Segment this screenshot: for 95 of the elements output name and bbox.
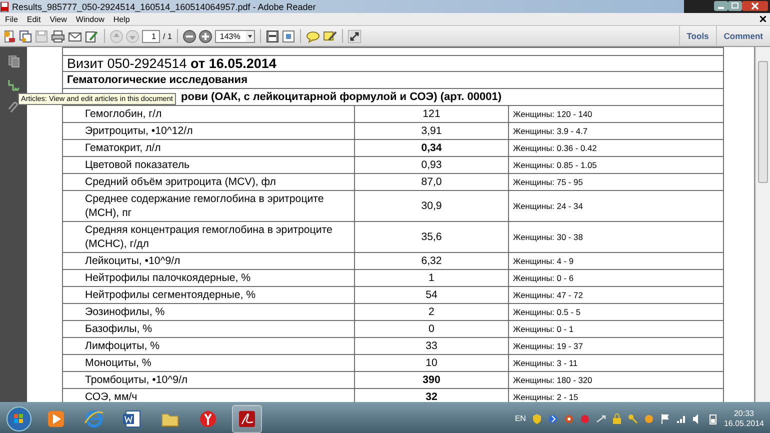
zoom-field[interactable]: 143% [214, 30, 256, 42]
paperclip-icon[interactable] [8, 101, 20, 114]
fit-page-icon[interactable] [266, 30, 280, 42]
table-cell: Лейкоциты, •10^9/л [62, 252, 354, 270]
visit-heading: Визит 050-2924514 от 16.05.2014 [62, 56, 724, 72]
table-cell: 0,34 [354, 140, 508, 156]
table-cell: 2 [354, 304, 508, 320]
toolbar-button[interactable]: Tools [678, 26, 716, 46]
speech-bubble-icon[interactable] [306, 30, 320, 42]
pages-icon[interactable] [8, 55, 20, 68]
table-cell: Женщины: 75 - 95 [508, 174, 724, 190]
window-title: Results_985777_050-2924514_160514_160514064957.pdf - Adobe Reader [12, 2, 316, 12]
toolbar-button[interactable]: Comment [716, 26, 770, 46]
pdf-reader-icon[interactable] [237, 408, 257, 428]
clock-time: 20:33 [734, 408, 754, 418]
table-cell: Женщины: 120 - 140 [508, 106, 724, 122]
table-cell: 87,0 [354, 174, 508, 190]
table-cell: 33 [354, 338, 508, 354]
table-cell: Гематокрит, л/л [62, 140, 354, 156]
bluetooth-icon[interactable] [548, 412, 558, 424]
close-icon[interactable] [742, 0, 768, 11]
table-cell: 30,9 [354, 190, 508, 222]
table-cell: Лимфоциты, % [62, 338, 354, 354]
table-cell: Женщины: 19 - 37 [508, 338, 724, 354]
table-cell: Цветовой показатель [62, 156, 354, 174]
table-cell: Женщины: 180 - 320 [508, 372, 724, 388]
table-cell: Женщины: 0 - 1 [508, 320, 724, 338]
table-cell: Тромбоциты, •10^9/л [62, 372, 354, 388]
table-cell: Женщины: 24 - 34 [508, 190, 724, 222]
table-cell: Женщины: 47 - 72 [508, 286, 724, 304]
browser-e-icon[interactable] [84, 408, 104, 428]
menu-item[interactable]: Window [74, 14, 106, 24]
table-cell: Эозинофилы, % [62, 304, 354, 320]
table-cell: Эритроциты, •10^12/л [62, 122, 354, 140]
table-cell: Нейтрофилы палочкоядерные, % [62, 270, 354, 286]
table-cell: Женщины: 4 - 9 [508, 252, 724, 270]
scrollbar-thumb[interactable] [758, 61, 768, 183]
lock-icon[interactable] [612, 412, 622, 424]
key-icon[interactable] [628, 412, 638, 424]
zoom-in-icon[interactable] [198, 30, 212, 42]
table-cell: Женщины: 3 - 11 [508, 354, 724, 372]
menu-item[interactable]: File [4, 14, 19, 24]
highlighter-icon[interactable] [323, 30, 338, 42]
expand-icon[interactable] [348, 30, 362, 42]
table-cell: Средняя концентрация гемоглобина в эритроците (МСНС), г/дл [62, 222, 354, 252]
table-cell: Женщины: 0.36 - 0.42 [508, 140, 724, 156]
minimize-icon[interactable] [714, 0, 728, 11]
shield-icon[interactable] [532, 412, 542, 424]
table-cell: 121 [354, 106, 508, 122]
table-cell: Женщины: 3.9 - 4.7 [508, 122, 724, 140]
table-cell: 390 [354, 372, 508, 388]
table-cell: Среднее содержание гемоглобина в эритроците (MCH), пг [62, 190, 354, 222]
table-cell: Моноциты, % [62, 354, 354, 372]
caret-icon[interactable] [246, 30, 254, 42]
battery-icon[interactable] [708, 412, 718, 424]
letter-y-icon[interactable] [198, 408, 218, 428]
flag-icon[interactable] [660, 412, 670, 424]
table-cell: 0,93 [354, 156, 508, 174]
full-screen-icon[interactable] [282, 30, 296, 42]
table-cell: Женщины: 30 - 38 [508, 222, 724, 252]
maximize-icon[interactable] [728, 0, 742, 11]
table-cell: 54 [354, 286, 508, 304]
table-cell: Женщины: 0.5 - 5 [508, 304, 724, 320]
clock-date: 16.05.2014 [724, 418, 764, 428]
print-icon[interactable] [51, 30, 65, 42]
table-cell: Базофилы, % [62, 320, 354, 338]
page-count: / 1 [163, 32, 172, 40]
pencil-document-icon[interactable] [85, 30, 99, 42]
zoom-out-icon[interactable] [182, 30, 196, 42]
tray-dot-icon[interactable] [644, 412, 654, 424]
table-cell: 35,6 [354, 222, 508, 252]
table-cell: Женщины: 0.85 - 1.05 [508, 156, 724, 174]
menu-item[interactable]: Edit [26, 14, 42, 24]
documents-icon[interactable] [19, 30, 32, 42]
media-player-icon[interactable] [46, 408, 66, 428]
arrows-icon[interactable] [596, 412, 606, 424]
close-icon[interactable] [760, 16, 766, 22]
articles-icon[interactable] [6, 78, 20, 91]
word-document-icon[interactable] [122, 408, 142, 428]
envelope-icon[interactable] [68, 30, 82, 42]
pdf-file-icon [0, 2, 9, 12]
table-cell: Женщины: 0 - 6 [508, 270, 724, 286]
table-cell: 0 [354, 320, 508, 338]
language-indicator[interactable]: EN [514, 414, 526, 423]
table-cell: 6,32 [354, 252, 508, 270]
table-cell: Средний объём эритроцита (MCV), фл [62, 174, 354, 190]
menu-item[interactable]: Help [112, 14, 131, 24]
table-cell: 10 [354, 354, 508, 372]
start-orb-icon[interactable] [6, 406, 32, 432]
table-cell: Нейтрофилы сегментоядерные, % [62, 286, 354, 304]
section-heading: Гематологические исследования [62, 72, 724, 88]
table-cell: 3,91 [354, 122, 508, 140]
page-number-field[interactable]: 1 [142, 30, 160, 42]
table-cell: 1 [354, 270, 508, 286]
menu-item[interactable]: View [48, 14, 68, 24]
